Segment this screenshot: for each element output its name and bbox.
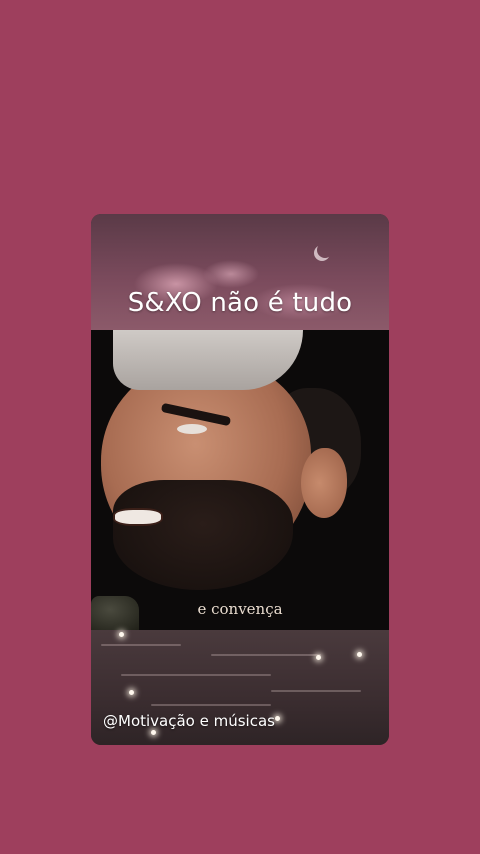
ripple [271, 690, 361, 692]
ear [301, 448, 347, 518]
ripple [211, 654, 321, 656]
ripple [101, 644, 181, 646]
ripple [151, 704, 271, 706]
light-sparkle [357, 652, 362, 657]
crescent-moon-icon [317, 242, 333, 258]
story-title: S&XO não é tudo [127, 288, 353, 318]
story-card[interactable]: S&XO não é tudo e convença @Motivação e … [91, 214, 389, 745]
mouth [113, 508, 163, 526]
light-sparkle [129, 690, 134, 695]
beard [113, 480, 293, 590]
eye [177, 424, 207, 434]
cap [113, 330, 303, 390]
light-sparkle [316, 655, 321, 660]
creator-handle[interactable]: @Motivação e músicas [103, 712, 275, 730]
light-sparkle [275, 716, 280, 721]
sky-background: S&XO não é tudo [91, 214, 389, 330]
video-frame[interactable]: e convença [91, 330, 389, 630]
light-sparkle [119, 632, 124, 637]
ripple [121, 674, 271, 676]
light-sparkle [151, 730, 156, 735]
video-subtitle: e convença [197, 600, 283, 618]
screen: S&XO não é tudo e convença @Motivação e … [0, 0, 480, 854]
